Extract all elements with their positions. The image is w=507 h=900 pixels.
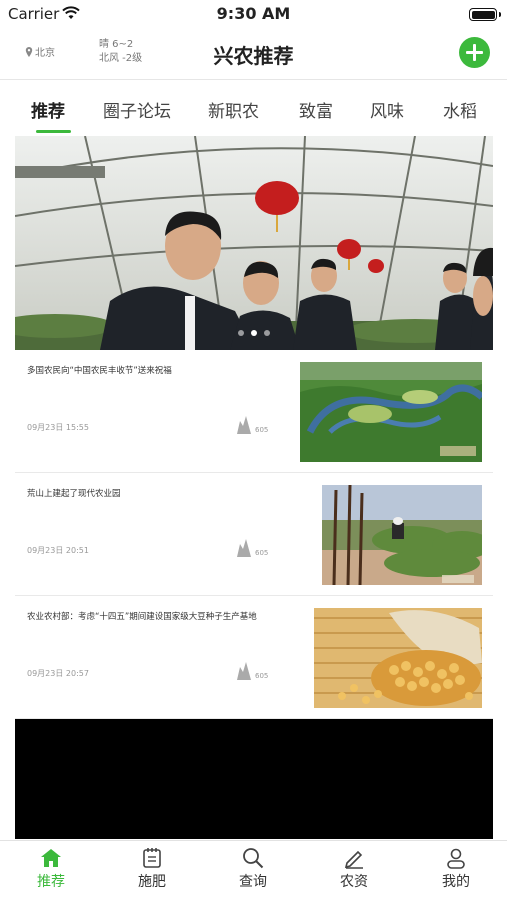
view-count: 605 <box>236 539 268 557</box>
tab-flavor[interactable]: 风味 <box>370 97 404 122</box>
clock: 9:30 AM <box>216 4 291 23</box>
news-thumbnail <box>314 608 482 708</box>
carousel-dot[interactable] <box>238 330 244 336</box>
news-title: 农业农村部：考虑“十四五”期间建设国家级大豆种子生产基地 <box>27 612 257 622</box>
views-icon <box>237 539 251 557</box>
news-title: 荒山上建起了现代农业园 <box>27 489 121 499</box>
wetland-image <box>300 362 482 462</box>
views-icon <box>237 662 251 680</box>
tabbar-supplies[interactable]: 农资 <box>324 847 384 891</box>
tabbar-label: 我的 <box>442 874 470 890</box>
tabbar-recommend[interactable]: 推荐 <box>21 847 81 891</box>
bottom-tab-bar: 推荐 施肥 查询 农资 我的 <box>0 840 507 900</box>
battery-icon <box>469 8 501 21</box>
tabbar-label: 农资 <box>340 874 368 890</box>
add-button[interactable] <box>459 37 490 68</box>
video-player[interactable] <box>15 719 493 839</box>
header: 北京 晴 6~2 北风 -2级 兴农推荐 <box>0 28 507 80</box>
tabbar-fertilize[interactable]: 施肥 <box>122 847 182 891</box>
tabbar-mine[interactable]: 我的 <box>426 847 486 891</box>
news-item[interactable]: 农业农村部：考虑“十四五”期间建设国家级大豆种子生产基地 09月23日 20:5… <box>15 596 493 719</box>
category-tabs: 推荐 圈子论坛 新职农 致富 风味 水稻 <box>0 81 507 135</box>
news-date: 09月23日 15:55 <box>27 423 89 432</box>
news-date: 09月23日 20:57 <box>27 669 89 678</box>
home-icon <box>41 849 61 867</box>
active-tab-indicator <box>36 130 71 133</box>
tab-wealth[interactable]: 致富 <box>299 97 333 122</box>
pen-icon <box>344 850 363 869</box>
tab-new-farmer[interactable]: 新职农 <box>208 97 259 122</box>
tab-recommend[interactable]: 推荐 <box>31 97 65 122</box>
soybean-image <box>314 608 482 708</box>
view-count: 605 <box>236 662 268 680</box>
tabbar-label: 施肥 <box>138 874 166 890</box>
user-icon <box>447 848 465 869</box>
news-item[interactable]: 荒山上建起了现代农业园 09月23日 20:51 605 <box>15 473 493 596</box>
orchard-image <box>322 485 482 585</box>
search-icon <box>243 848 264 869</box>
tab-forum[interactable]: 圈子论坛 <box>103 97 171 122</box>
tabbar-label: 查询 <box>239 874 267 890</box>
carousel-dot-active[interactable] <box>251 330 257 336</box>
tabbar-query[interactable]: 查询 <box>223 847 283 891</box>
tab-rice[interactable]: 水稻 <box>443 97 477 122</box>
news-title: 多国农民向“中国农民丰收节”送来祝福 <box>27 366 172 376</box>
status-bar: Carrier 9:30 AM <box>0 0 507 28</box>
notepad-icon <box>143 848 161 868</box>
views-icon <box>237 416 251 434</box>
carousel-dot[interactable] <box>264 330 270 336</box>
news-thumbnail <box>300 362 482 462</box>
tabbar-label: 推荐 <box>37 874 65 890</box>
banner-image <box>15 136 493 350</box>
page-title: 兴农推荐 <box>213 44 294 68</box>
carousel-dots <box>15 330 493 336</box>
view-count: 605 <box>236 416 268 434</box>
banner-carousel[interactable] <box>15 136 493 350</box>
news-item[interactable]: 多国农民向“中国农民丰收节”送来祝福 09月23日 15:55 605 <box>15 350 493 473</box>
news-thumbnail <box>322 485 482 585</box>
news-date: 09月23日 20:51 <box>27 546 89 555</box>
